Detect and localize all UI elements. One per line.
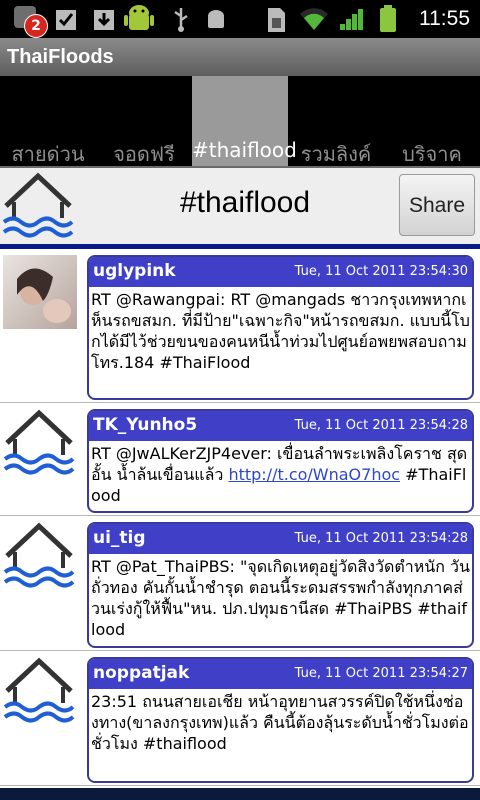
tweet-card: ui_tig Tue, 11 Oct 2011 23:54:28 RT @Pat… (87, 522, 474, 648)
tweet-timestamp: Tue, 11 Oct 2011 23:54:27 (294, 666, 468, 681)
app-title: ThaiFloods (0, 38, 480, 76)
list-item[interactable]: ui_tig Tue, 11 Oct 2011 23:54:28 RT @Pat… (0, 516, 480, 651)
tweet-username[interactable]: TK_Yunho5 (93, 415, 197, 435)
user-avatar (3, 255, 77, 329)
tab-links[interactable]: รวมลิงค์ (288, 76, 384, 168)
tab-hotline[interactable]: สายด่วน (0, 76, 96, 168)
tab-label: จอดฟรี (113, 142, 175, 166)
tab-label: รวมลิงค์ (300, 142, 372, 166)
notification-count: 2 (24, 14, 48, 38)
notification-icon[interactable]: 2 (8, 4, 48, 38)
sim-icon (268, 8, 285, 32)
wifi-icon (300, 8, 328, 30)
signal-icon (340, 9, 363, 30)
tweet-username[interactable]: ui_tig (93, 528, 146, 548)
tweet-card: TK_Yunho5 Tue, 11 Oct 2011 23:54:28 RT @… (87, 409, 474, 513)
tweet-text: RT @Pat_ThaiPBS: "จุดเกิดเหตุอยู่วัดสิงว… (91, 557, 470, 639)
debug-icon (208, 10, 224, 28)
tweet-link[interactable]: http://t.co/WnaO7hoc (228, 465, 400, 484)
list-item[interactable]: noppatjak Tue, 11 Oct 2011 23:54:27 23:5… (0, 651, 480, 786)
tweet-text: 23:51 ถนนสายเอเชีย หน้าอุทยานสวรรค์ปิดใช… (91, 692, 469, 753)
share-button[interactable]: Share (399, 174, 475, 236)
tab-donate[interactable]: บริจาค (384, 76, 480, 168)
next-list-item-peek (0, 788, 480, 800)
list-item[interactable]: TK_Yunho5 Tue, 11 Oct 2011 23:54:28 RT @… (0, 403, 480, 516)
tab-bar: สายด่วน จอดฟรี #thaiflood รวมลิงค์ บริจา… (0, 76, 480, 168)
tweet-text: RT @Rawangpai: RT @mangads ชาวกรุงเทพหาก… (91, 290, 470, 372)
tweet-username[interactable]: uglypink (93, 261, 176, 281)
flood-house-icon (3, 657, 75, 723)
flood-house-icon (2, 172, 74, 238)
tab-thaiflood[interactable]: #thaiflood (192, 76, 297, 168)
flood-house-icon (3, 409, 75, 475)
battery-icon (380, 5, 396, 32)
android-icon (124, 5, 154, 30)
page-title: #thaiflood (179, 186, 311, 219)
download-icon (94, 10, 114, 30)
tab-label: สายด่วน (11, 142, 85, 166)
checkbox-icon (56, 10, 76, 30)
tweet-timestamp: Tue, 11 Oct 2011 23:54:28 (294, 418, 468, 433)
tweet-timestamp: Tue, 11 Oct 2011 23:54:28 (294, 531, 468, 546)
tweet-card: noppatjak Tue, 11 Oct 2011 23:54:27 23:5… (87, 657, 474, 783)
tweet-list[interactable]: uglypink Tue, 11 Oct 2011 23:54:30 RT @R… (0, 249, 480, 800)
flood-house-icon (3, 522, 75, 588)
usb-icon (174, 8, 188, 32)
clock: 11:55 (419, 7, 470, 30)
tab-label: บริจาค (402, 142, 462, 166)
tab-label: #thaiflood (192, 138, 297, 162)
status-bar: 2 11:55 (0, 0, 480, 38)
tweet-timestamp: Tue, 11 Oct 2011 23:54:30 (294, 264, 468, 279)
tweet-card: uglypink Tue, 11 Oct 2011 23:54:30 RT @R… (87, 255, 474, 400)
list-item[interactable]: uglypink Tue, 11 Oct 2011 23:54:30 RT @R… (0, 249, 480, 403)
tweet-text: RT @JwALKerZJP4ever: เขื่อนลำพระเพลิงโคร… (89, 441, 472, 508)
tweet-username[interactable]: noppatjak (93, 663, 189, 683)
tab-free-parking[interactable]: จอดฟรี (96, 76, 192, 168)
